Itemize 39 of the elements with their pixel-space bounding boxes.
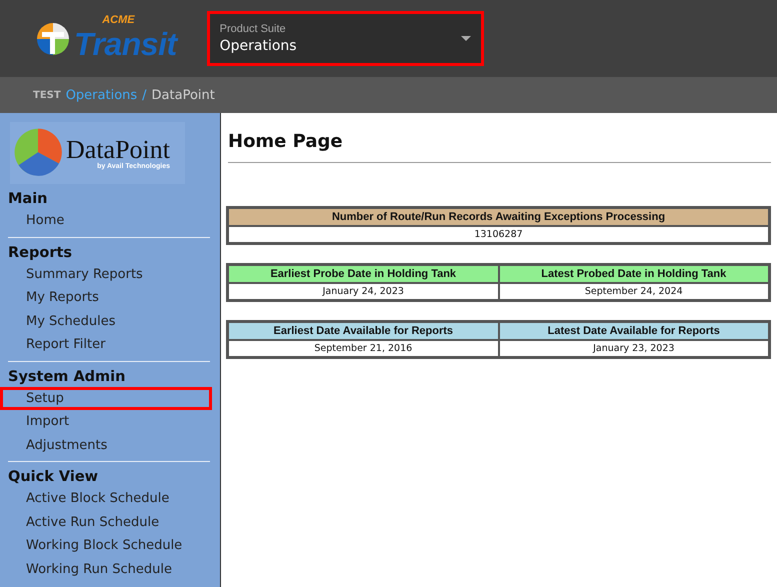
table-header: Number of Route/Run Records Awaiting Exceptions Processing [228,208,769,226]
dropdown-value: Operations [220,38,297,54]
dropdown-label: Product Suite [220,23,287,35]
nav-link[interactable]: Home [0,209,212,232]
nav-link[interactable]: Working Run Schedule [0,558,212,581]
section-heading: System Admin [8,368,126,386]
nav-link[interactable]: Report Filter [0,333,212,356]
table-cell: January 24, 2023 [228,283,498,300]
section-heading: Main [8,190,49,209]
table-header: Earliest Date Available for Reports [228,322,498,340]
nav-link[interactable]: My Schedules [0,310,212,333]
breadcrumb-current: DataPoint [152,88,215,102]
nav-link[interactable]: My Reports [0,286,212,310]
logo-text: DataPoint [66,136,170,162]
environment-label: TEST [33,90,61,100]
table-cell: 13106287 [228,226,769,243]
nav-link[interactable]: Working Block Schedule [0,534,212,558]
breadcrumb-separator: / [142,88,147,102]
nav-link[interactable]: Setup [0,386,212,410]
pie-chart-icon [12,128,64,178]
table-cell: January 23, 2023 [498,340,769,357]
nav-link[interactable]: Import [0,410,212,434]
section-heading: Reports [8,244,74,262]
table-header: Latest Probed Date in Holding Tank [498,265,769,283]
section-heading: Quick View [8,468,100,487]
page-title: Home Page [228,131,771,163]
caret-icon [460,36,471,41]
table-header: Earliest Probe Date in Holding Tank [228,265,498,283]
logo-icon [36,22,70,56]
table-header: Latest Date Available for Reports [498,322,769,340]
nav-link[interactable]: Adjustments [0,434,212,457]
logo-text: ACME [102,14,135,26]
product-suite-dropdown[interactable]: Product Suite Operations [206,11,484,66]
nav-link[interactable]: Summary Reports [0,262,212,286]
logo-text: Transit [74,26,177,63]
nav-link[interactable]: Active Run Schedule [0,510,212,534]
table-cell: September 21, 2016 [228,340,498,357]
table-cell: September 24, 2024 [498,283,769,300]
nav-link[interactable]: Active Block Schedule [0,487,212,510]
